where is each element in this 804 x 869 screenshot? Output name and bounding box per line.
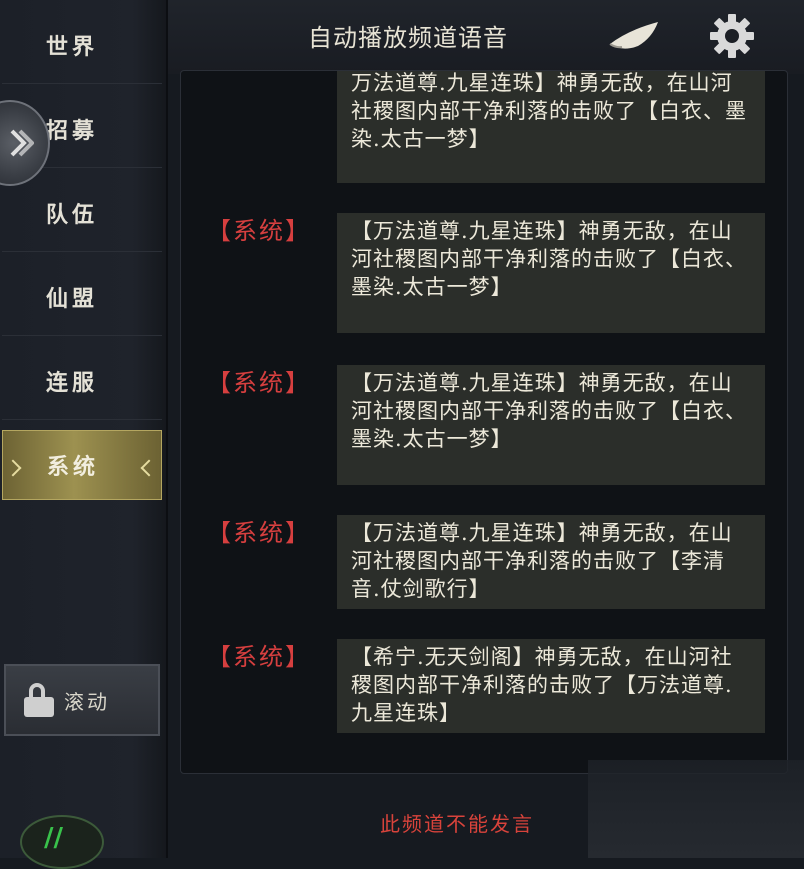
tab-world[interactable]: 世界 bbox=[2, 6, 162, 84]
tab-system[interactable]: 系统 bbox=[2, 430, 162, 500]
system-tag: 【系统】 bbox=[207, 643, 311, 671]
message-text: 万法道尊.九星连珠】神勇无敌，在山河社稷图内部干净利落的击败了【白衣、墨染.太古… bbox=[337, 71, 765, 183]
system-tag: 【系统】 bbox=[207, 519, 311, 547]
message-text: 【希宁.无天剑阁】神勇无敌，在山河社稷图内部干净利落的击败了【万法道尊.九星连珠… bbox=[337, 639, 765, 733]
system-tag: 【系统】 bbox=[207, 369, 311, 397]
chat-header: 自动播放频道语音 bbox=[168, 0, 804, 74]
tab-team[interactable]: 队伍 bbox=[2, 174, 162, 252]
system-tag: 【系统】 bbox=[207, 217, 311, 245]
tab-cross-server[interactable]: 连服 bbox=[2, 342, 162, 420]
message-text: 【万法道尊.九星连珠】神勇无敌，在山河社稷图内部干净利落的击败了【白衣、墨染.太… bbox=[337, 365, 765, 485]
message-text: 【万法道尊.九星连珠】神勇无敌，在山河社稷图内部干净利落的击败了【白衣、墨染.太… bbox=[337, 213, 765, 333]
scroll-label: 滚动 bbox=[64, 689, 110, 714]
lock-icon bbox=[24, 683, 54, 717]
system-message-list[interactable]: 万法道尊.九星连珠】神勇无敌，在山河社稷图内部干净利落的击败了【白衣、墨染.太古… bbox=[180, 70, 788, 774]
message-text: 【万法道尊.九星连珠】神勇无敌，在山河社稷图内部干净利落的击败了【李清音.仗剑歌… bbox=[337, 515, 765, 609]
tab-alliance[interactable]: 仙盟 bbox=[2, 258, 162, 336]
scroll-lock-button[interactable]: 滚动 bbox=[4, 664, 160, 736]
joystick-icon[interactable] bbox=[20, 815, 104, 869]
background-scene bbox=[588, 760, 804, 858]
horn-icon[interactable] bbox=[608, 20, 662, 52]
auto-play-voice-label[interactable]: 自动播放频道语音 bbox=[308, 18, 508, 53]
gear-icon[interactable] bbox=[708, 12, 756, 60]
cannot-speak-notice: 此频道不能发言 bbox=[380, 812, 534, 836]
